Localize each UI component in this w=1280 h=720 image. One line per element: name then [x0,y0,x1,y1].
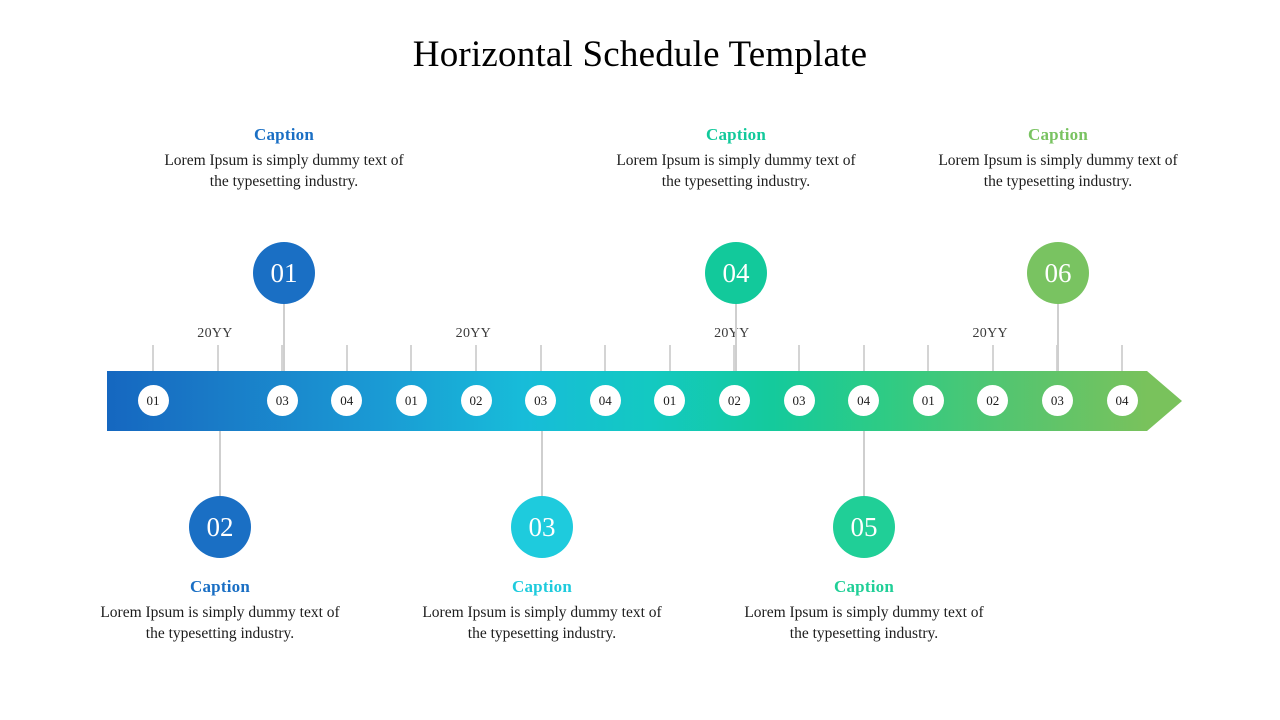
year-label: 20YY [714,326,750,341]
timeline-tick [539,345,542,371]
timeline-tick [862,345,865,371]
timeline-tick [475,345,477,371]
node-connector-stem [219,431,221,500]
node-connector-stem [541,431,543,500]
caption-block-05: Caption Lorem Ipsum is simply dummy text … [739,577,989,645]
caption-body: Lorem Ipsum is simply dummy text of the … [938,152,1178,190]
timeline-bar-marker: 03 [783,385,815,416]
timeline-bar-marker: 02 [718,385,750,416]
timeline-tick [991,345,994,371]
caption-title: Caption [1028,125,1088,144]
year-label: 20YY [972,326,1008,341]
caption-body: Lorem Ipsum is simply dummy text of the … [616,152,856,190]
timeline-bar-marker: 01 [137,385,169,416]
timeline-bar-marker: 04 [589,385,621,416]
timeline-tick [604,345,607,371]
timeline-tick [927,345,930,371]
node-connector-stem [283,300,285,371]
caption-block-04: Caption Lorem Ipsum is simply dummy text … [611,125,861,193]
caption-block-06: Caption Lorem Ipsum is simply dummy text … [933,125,1183,193]
caption-body: Lorem Ipsum is simply dummy text of the … [744,604,984,642]
timeline-tick [216,345,219,371]
caption-title: Caption [834,577,894,596]
caption-block-03: Caption Lorem Ipsum is simply dummy text … [417,577,667,645]
caption-title: Caption [190,577,250,596]
caption-title: Caption [706,125,766,144]
milestone-node-03[interactable]: 03 [511,496,573,558]
caption-block-01: Caption Lorem Ipsum is simply dummy text … [159,125,409,193]
timeline-tick [345,345,348,371]
timeline-bar-marker: 03 [525,385,557,416]
caption-body: Lorem Ipsum is simply dummy text of the … [164,152,404,190]
caption-body: Lorem Ipsum is simply dummy text of the … [100,604,340,642]
timeline-tick [798,345,800,371]
timeline-arrow-head [1147,371,1182,431]
node-connector-stem [863,431,865,500]
timeline-bar-marker: 04 [1106,385,1138,416]
milestone-node-01[interactable]: 01 [253,242,315,304]
milestone-node-05[interactable]: 05 [833,496,895,558]
timeline-bar-marker: 02 [460,385,492,416]
caption-title: Caption [512,577,572,596]
timeline-bar-marker: 03 [1041,385,1073,416]
caption-title: Caption [254,125,314,144]
timeline-tick [152,345,154,371]
timeline-bar-marker: 01 [912,385,944,416]
caption-body: Lorem Ipsum is simply dummy text of the … [422,604,662,642]
page-title: Horizontal Schedule Template [412,34,868,75]
timeline-bar-marker: 03 [266,385,298,416]
milestone-node-06[interactable]: 06 [1027,242,1089,304]
slide-canvas: Horizontal Schedule Template 20YY 20YY 20Y… [0,0,1280,720]
milestone-node-02[interactable]: 02 [189,496,251,558]
timeline-tick [668,345,671,371]
caption-block-02: Caption Lorem Ipsum is simply dummy text … [95,577,345,645]
node-connector-stem [735,300,737,371]
timeline-tick [1121,345,1123,371]
timeline-tick [410,345,413,371]
timeline-bar-marker: 01 [395,385,427,416]
node-connector-stem [1057,300,1059,371]
timeline-bar-marker: 04 [848,385,880,416]
year-label: 20YY [455,326,492,341]
milestone-node-04[interactable]: 04 [705,242,767,304]
year-label: 20YY [197,326,233,341]
